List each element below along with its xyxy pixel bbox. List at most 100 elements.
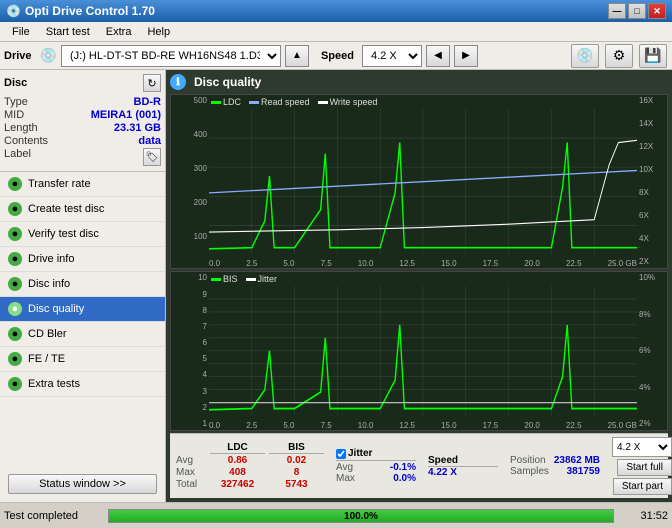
nav-item-cd-bler[interactable]: ●CD Bler [0,322,165,347]
bottom-chart-legend: BIS Jitter [211,274,277,284]
nav-item-label-disc-info: Disc info [28,278,70,290]
nav-item-icon-disc-quality: ● [8,302,22,316]
stats-ldc-max: 408 [210,467,265,478]
legend-jitter: Jitter [258,274,278,284]
top-chart: LDC Read speed Write speed 500 400 30 [170,94,668,269]
bottom-chart-x-axis: 0.0 2.5 5.0 7.5 10.0 12.5 15.0 17.5 20.0… [209,416,637,430]
minimize-button[interactable]: — [608,3,626,19]
disc-length-label: Length [4,122,38,134]
progress-bar: 100.0% [108,509,614,523]
speed-prev-button[interactable]: ◀ [426,45,450,67]
nav-item-icon-transfer-rate: ● [8,177,22,191]
speed-label: Speed [321,50,354,62]
status-window-button[interactable]: Status window >> [8,474,157,494]
nav-item-label-disc-quality: Disc quality [28,303,84,315]
speed-stat-value: 4.22 X [428,467,498,478]
left-panel: Disc ↻ Type BD-R MID MEIRA1 (001) Length… [0,70,166,502]
nav-item-label-cd-bler: CD Bler [28,328,67,340]
nav-item-label-verify-test-disc: Verify test disc [28,228,99,240]
drive-label: Drive [4,50,32,62]
legend-bis: BIS [223,274,238,284]
position-value: 23862 MB [554,455,600,466]
menu-bar: File Start test Extra Help [0,22,672,42]
top-chart-legend: LDC Read speed Write speed [211,97,377,107]
drive-icon: 💿 [40,47,57,64]
menu-extra[interactable]: Extra [98,24,140,40]
disc-type-value: BD-R [134,96,162,108]
disc-contents-label: Contents [4,135,48,147]
bottom-chart: BIS Jitter 10 9 8 7 6 5 4 3 [170,271,668,431]
drive-bar: Drive 💿 (J:) HL-DT-ST BD-RE WH16NS48 1.D… [0,42,672,70]
disc-refresh-button[interactable]: ↻ [143,74,161,92]
nav-item-label-fe-te: FE / TE [28,353,65,365]
jitter-max-label: Max [336,473,355,484]
nav-item-label-extra-tests: Extra tests [28,378,80,390]
disc-mid-row: MID MEIRA1 (001) [4,109,161,121]
jitter-checkbox[interactable] [336,449,346,459]
bottom-chart-svg [209,286,637,416]
samples-value: 381759 [567,466,600,477]
eject-button[interactable]: ▲ [285,45,309,67]
stats-bis-header: BIS [269,442,324,454]
jitter-avg-val: -0.1% [390,462,416,473]
start-full-button[interactable]: Start full [617,459,672,476]
nav-item-icon-drive-info: ● [8,252,22,266]
top-chart-x-axis: 0.0 2.5 5.0 7.5 10.0 12.5 15.0 17.5 20.0… [209,254,637,268]
stats-empty-header [176,442,206,454]
stats-bis-max: 8 [269,467,324,478]
disc-label-row: Label 🏷 [4,148,161,166]
close-button[interactable]: ✕ [648,3,666,19]
right-panel: ℹ Disc quality LDC Read speed [166,70,672,502]
stats-max-label: Max [176,467,206,478]
speed-next-button[interactable]: ▶ [454,45,478,67]
disc-contents-row: Contents data [4,135,161,147]
top-chart-y-axis-left: 500 400 300 200 100 [171,95,209,268]
nav-item-extra-tests[interactable]: ●Extra tests [0,372,165,397]
stats-bis-total: 5743 [269,479,324,490]
disc-contents-value: data [138,135,161,147]
title-bar: 💿 Opti Drive Control 1.70 — □ ✕ [0,0,672,22]
app-title: Opti Drive Control 1.70 [25,4,155,18]
speed-select[interactable]: 4.2 X [362,45,422,67]
nav-item-disc-quality[interactable]: ● Disc quality [0,297,165,322]
nav-item-icon-create-test-disc: ● [8,202,22,216]
jitter-max-val: 0.0% [393,473,416,484]
nav-item-icon-verify-test-disc: ● [8,227,22,241]
drive-select[interactable]: (J:) HL-DT-ST BD-RE WH16NS48 1.D3 [61,45,281,67]
disc-label-icon-button[interactable]: 🏷 [143,148,161,166]
disc-length-row: Length 23.31 GB [4,122,161,134]
nav-item-transfer-rate[interactable]: ●Transfer rate [0,172,165,197]
stats-bar: LDC BIS Avg 0.86 0.02 Max 408 8 Total 32… [170,433,668,498]
legend-ldc: LDC [223,97,241,107]
menu-help[interactable]: Help [139,24,178,40]
quality-header: ℹ Disc quality [170,74,668,90]
disc-mid-value: MEIRA1 (001) [91,109,161,121]
nav-item-icon-fe-te: ● [8,352,22,366]
save-icon-button[interactable]: 💾 [639,44,667,68]
top-chart-svg [209,109,637,254]
start-part-button[interactable]: Start part [613,478,672,495]
menu-start-test[interactable]: Start test [38,24,98,40]
disc-type-row: Type BD-R [4,96,161,108]
chart-area: LDC Read speed Write speed 500 400 30 [170,94,668,431]
status-text: Test completed [4,510,104,522]
stats-bis-avg: 0.02 [269,455,324,466]
top-chart-inner [209,109,637,254]
nav-item-verify-test-disc[interactable]: ● Verify test disc [0,222,165,247]
top-chart-y-axis-right: 16X 14X 12X 10X 8X 6X 4X 2X [637,95,667,268]
stats-total-label: Total [176,479,206,490]
status-bar: Test completed 100.0% 31:52 [0,502,672,528]
disc-icon-button[interactable]: 💿 [571,44,599,68]
nav-item-drive-info[interactable]: ●Drive info [0,247,165,272]
maximize-button[interactable]: □ [628,3,646,19]
stats-speed-select[interactable]: 4.2 X [612,437,672,457]
nav-item-fe-te[interactable]: ● FE / TE [0,347,165,372]
disc-section-title: Disc [4,77,27,89]
disc-type-label: Type [4,96,28,108]
legend-read-speed: Read speed [261,97,310,107]
nav-item-disc-info[interactable]: ●Disc info [0,272,165,297]
nav-item-create-test-disc[interactable]: ●Create test disc [0,197,165,222]
settings-icon-button[interactable]: ⚙ [605,44,633,68]
menu-file[interactable]: File [4,24,38,40]
stats-ldc-avg: 0.86 [210,455,265,466]
